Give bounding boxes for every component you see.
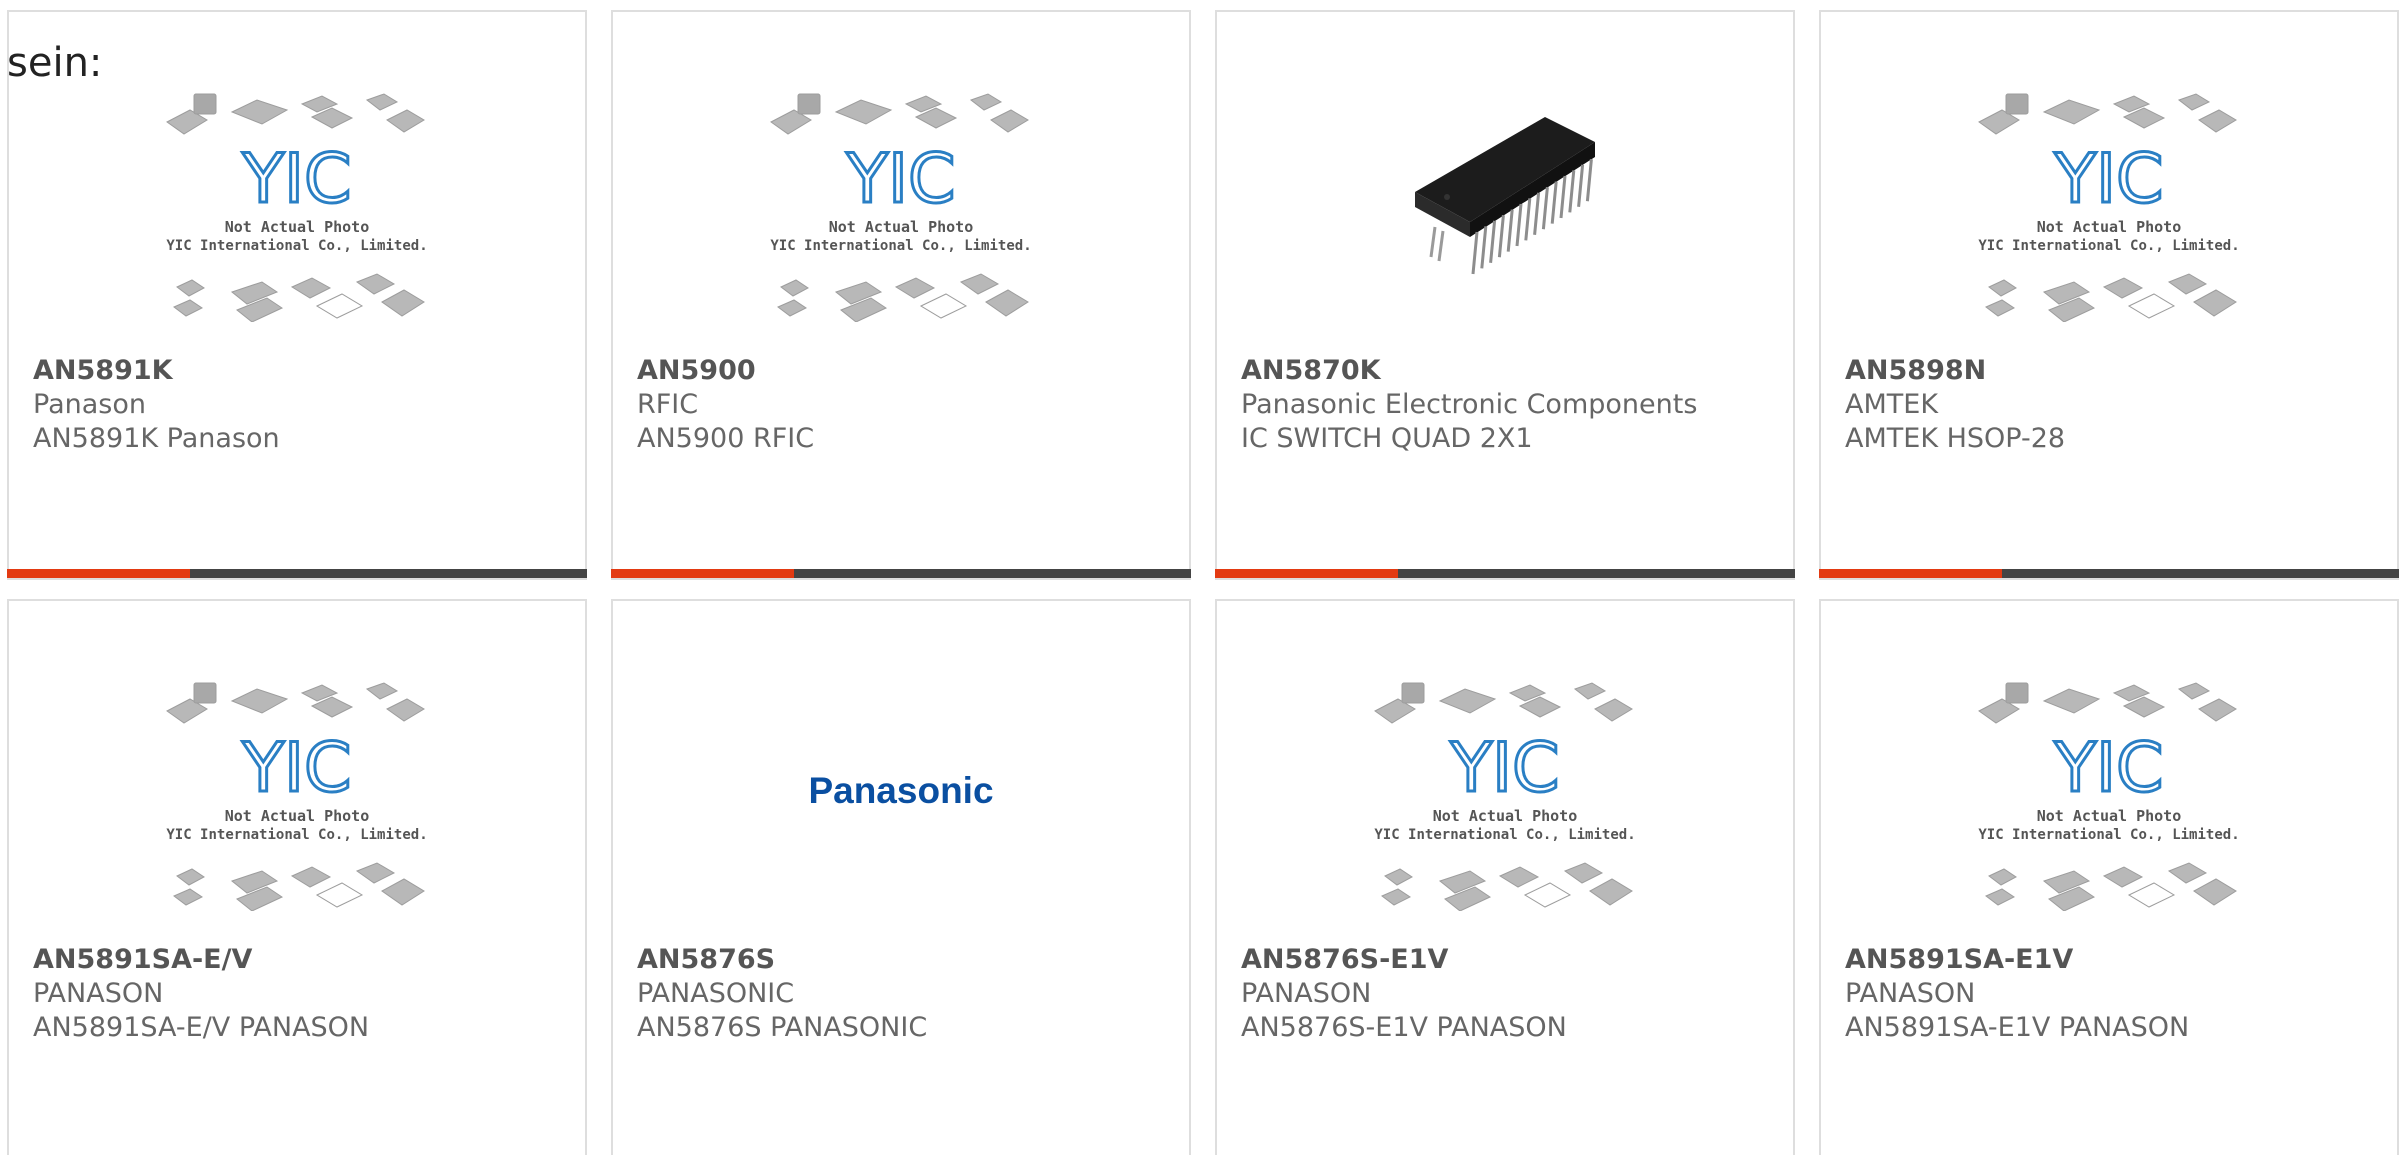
manufacturer: Panasonic Electronic Components [1241, 389, 1698, 420]
panasonic-logo-text: Panasonic [808, 770, 993, 811]
svg-text:YIC International Co., Limited: YIC International Co., Limited. [770, 238, 1031, 254]
description: AMTEK HSOP-28 [1845, 423, 2066, 454]
description: AN5876S-E1V PANASON [1241, 1012, 1567, 1043]
card-accent-bar [611, 569, 1191, 578]
description: AN5891SA-E/V PANASON [33, 1012, 370, 1043]
part-number[interactable]: AN5891SA-E1V [1845, 943, 2387, 977]
svg-text:Not Actual Photo: Not Actual Photo [1433, 807, 1578, 825]
svg-text:YIC International Co., Limited: YIC International Co., Limited. [1374, 827, 1635, 843]
product-card-an5891k[interactable]: YIC Not Actual Photo YIC International Co.… [7, 10, 587, 580]
product-image-placeholder: YIC Not Actual Photo YIC International Co.… [1821, 52, 2397, 352]
part-number[interactable]: AN5876S [637, 943, 1179, 977]
svg-text:Not Actual Photo: Not Actual Photo [829, 218, 974, 236]
part-number[interactable]: AN5891SA-E/V [33, 943, 575, 977]
manufacturer: RFIC [637, 389, 699, 420]
manufacturer: PANASON [33, 978, 164, 1009]
description: AN5900 RFIC [637, 423, 815, 454]
product-card-an5876s[interactable]: Panasonic AN5876S PANASONIC AN5876S PANA… [611, 599, 1191, 1155]
card-accent-bar [7, 569, 587, 578]
manufacturer: AMTEK [1845, 389, 1939, 420]
product-image-placeholder: YIC Not Actual Photo YIC International Co.… [613, 52, 1189, 352]
svg-text:Not Actual Photo: Not Actual Photo [2037, 807, 2182, 825]
product-photo-dip-chip [1217, 52, 1793, 352]
yic-logo: YIC [1449, 729, 1559, 808]
product-card-an5898n[interactable]: YIC Not Actual Photo YIC International Co.… [1819, 10, 2399, 580]
card-accent-bar [1819, 569, 2399, 578]
panasonic-logo: Panasonic [613, 641, 1189, 941]
svg-text:YIC International Co., Limited: YIC International Co., Limited. [1978, 238, 2239, 254]
product-image-placeholder: YIC Not Actual Photo YIC International Co.… [1821, 641, 2397, 941]
product-image-placeholder: YIC Not Actual Photo YIC International Co.… [9, 641, 585, 941]
part-number[interactable]: AN5900 [637, 354, 1179, 388]
manufacturer: PANASON [1845, 978, 1976, 1009]
description: AN5891K Panason [33, 423, 280, 454]
svg-text:Not Actual Photo: Not Actual Photo [2037, 218, 2182, 236]
yic-logo: YIC [845, 140, 955, 219]
description: AN5891SA-E1V PANASON [1845, 1012, 2190, 1043]
product-card-an5891sa-e1v[interactable]: YIC Not Actual Photo YIC International Co.… [1819, 599, 2399, 1155]
svg-text:YIC International Co., Limited: YIC International Co., Limited. [166, 827, 427, 843]
svg-text:YIC International Co., Limited: YIC International Co., Limited. [166, 238, 427, 254]
manufacturer: PANASON [1241, 978, 1372, 1009]
svg-text:Not Actual Photo: Not Actual Photo [225, 218, 370, 236]
product-card-an5891sa-e-v[interactable]: YIC Not Actual Photo YIC International Co.… [7, 599, 587, 1155]
manufacturer: PANASONIC [637, 978, 795, 1009]
description: AN5876S PANASONIC [637, 1012, 928, 1043]
manufacturer: Panason [33, 389, 146, 420]
part-number[interactable]: AN5891K [33, 354, 575, 388]
product-card-an5876s-e1v[interactable]: YIC Not Actual Photo YIC International Co.… [1215, 599, 1795, 1155]
section-intro-text: sein: [7, 40, 103, 86]
svg-text:Not Actual Photo: Not Actual Photo [225, 807, 370, 825]
yic-logo: YIC [241, 729, 351, 808]
product-image-placeholder: YIC Not Actual Photo YIC International Co.… [1217, 641, 1793, 941]
part-number[interactable]: AN5870K [1241, 354, 1783, 388]
part-number[interactable]: AN5898N [1845, 354, 2387, 388]
card-accent-bar [1215, 569, 1795, 578]
part-number[interactable]: AN5876S-E1V [1241, 943, 1783, 977]
yic-logo: YIC [2053, 140, 2163, 219]
yic-logo: YIC [2053, 729, 2163, 808]
product-card-an5900[interactable]: YIC Not Actual Photo YIC International Co.… [611, 10, 1191, 580]
product-image-placeholder: YIC Not Actual Photo YIC International Co.… [9, 52, 585, 352]
description: IC SWITCH QUAD 2X1 [1241, 423, 1533, 454]
svg-text:YIC International Co., Limited: YIC International Co., Limited. [1978, 827, 2239, 843]
product-card-an5870k[interactable]: AN5870K Panasonic Electronic Components … [1215, 10, 1795, 580]
yic-logo: YIC [241, 140, 351, 219]
